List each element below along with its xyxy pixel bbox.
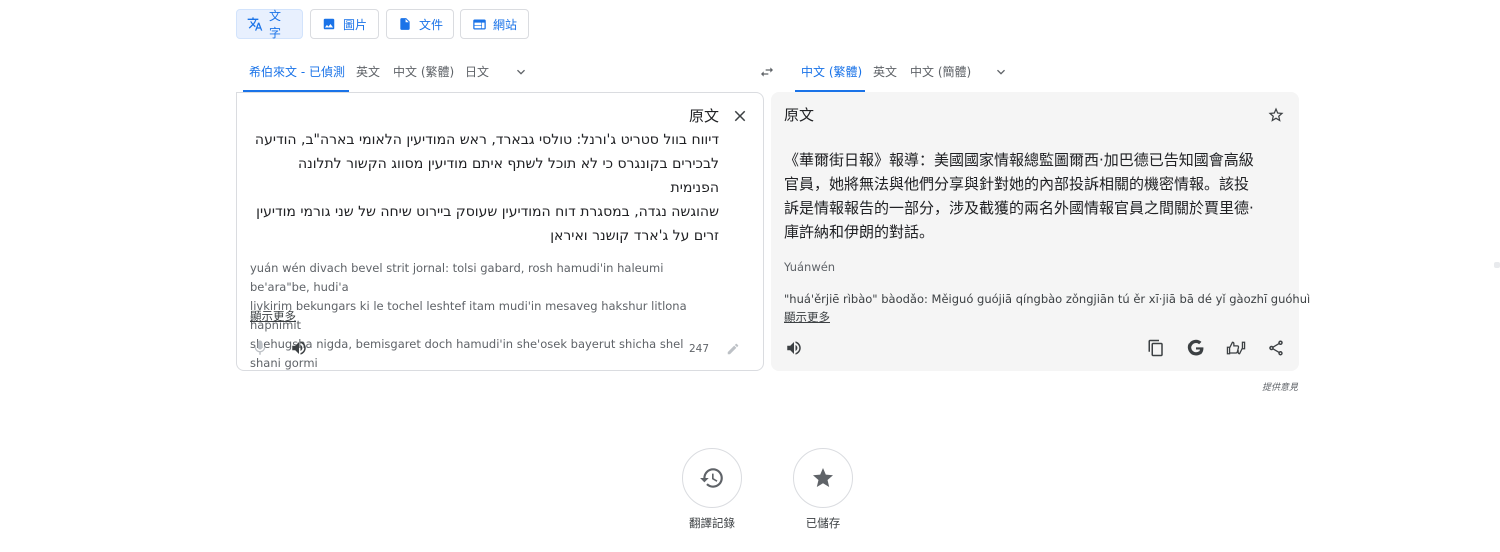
save-translation-star-icon[interactable] bbox=[1265, 104, 1287, 126]
history-icon bbox=[700, 468, 723, 488]
source-lang-more-chevron-icon[interactable] bbox=[513, 64, 529, 80]
translation-text: 《華爾街日報》報導：美國國家情報總監圖爾西·加巴德已告知國會高級 官員，她將無法… bbox=[784, 151, 1254, 241]
target-romanized-label: Yuánwén bbox=[784, 260, 836, 274]
scrollbar-thumb[interactable] bbox=[1494, 262, 1500, 268]
translation-panel: 原文 《華爾街日報》報導：美國國家情報總監圖爾西·加巴德已告知國會高級 官員，她… bbox=[771, 92, 1310, 371]
copy-icon[interactable] bbox=[1145, 337, 1167, 359]
tab-websites[interactable]: 網站 bbox=[460, 9, 529, 39]
target-lang-english[interactable]: 英文 bbox=[873, 62, 897, 92]
tab-text[interactable]: 文字 bbox=[236, 9, 303, 40]
history-button[interactable] bbox=[682, 448, 742, 508]
target-lang-chinese-traditional[interactable]: 中文 (繁體) bbox=[795, 62, 865, 92]
image-icon bbox=[321, 16, 337, 32]
tab-websites-label: 網站 bbox=[493, 17, 518, 32]
source-lang-detected[interactable]: 希伯來文 - 已偵測 bbox=[243, 62, 349, 92]
rate-translation-icon[interactable] bbox=[1225, 337, 1247, 359]
source-title: 原文 bbox=[688, 107, 719, 125]
clear-source-close-icon[interactable] bbox=[731, 107, 749, 125]
source-text-input[interactable]: דיווח בוול סטריט ג'ורנל: טולסי גבארד, רא… bbox=[249, 128, 719, 248]
translate-icon bbox=[247, 16, 263, 32]
history-label: 翻譯記錄 bbox=[689, 516, 735, 530]
target-listen-speaker-icon[interactable] bbox=[783, 337, 805, 359]
target-lang-chinese-simplified[interactable]: 中文 (簡體) bbox=[910, 62, 971, 92]
target-transliteration: "huá'ěrjiē rìbào" bàodǎo: Měiguó guójiā … bbox=[784, 292, 1311, 306]
source-lang-english[interactable]: 英文 bbox=[356, 62, 380, 92]
target-show-more-link[interactable]: 顯示更多 bbox=[784, 309, 830, 325]
character-count: 247 bbox=[689, 343, 710, 355]
saved-star-icon bbox=[813, 468, 833, 487]
source-lang-chinese-traditional[interactable]: 中文 (繁體) bbox=[393, 62, 454, 92]
saved-label: 已儲存 bbox=[805, 516, 841, 530]
google-search-icon[interactable] bbox=[1185, 337, 1207, 359]
share-icon[interactable] bbox=[1265, 337, 1287, 359]
target-lang-more-chevron-icon[interactable] bbox=[993, 64, 1009, 80]
website-icon bbox=[471, 16, 487, 32]
send-feedback-link[interactable]: 提供意見 bbox=[1262, 380, 1298, 393]
microphone-icon[interactable] bbox=[249, 337, 271, 359]
source-show-more-link[interactable]: 顯示更多 bbox=[250, 308, 296, 324]
tab-images-label: 圖片 bbox=[343, 17, 368, 32]
tab-images[interactable]: 圖片 bbox=[310, 9, 379, 39]
source-lang-japanese[interactable]: 日文 bbox=[465, 62, 489, 92]
document-icon bbox=[397, 16, 413, 32]
tab-documents[interactable]: 文件 bbox=[386, 9, 454, 39]
edit-pencil-icon[interactable] bbox=[722, 338, 744, 360]
source-text-panel[interactable]: 原文 דיווח בוול סטריט ג'ורנל: טולסי גבארד,… bbox=[236, 92, 764, 371]
saved-button[interactable] bbox=[793, 448, 853, 508]
source-listen-speaker-icon[interactable] bbox=[288, 337, 310, 359]
target-title: 原文 bbox=[784, 106, 815, 124]
swap-languages-icon[interactable] bbox=[759, 64, 775, 80]
tab-documents-label: 文件 bbox=[419, 17, 444, 32]
source-transliteration: yuán wén divach bevel strit jornal: tols… bbox=[250, 261, 687, 370]
tab-text-label: 文字 bbox=[269, 9, 282, 40]
